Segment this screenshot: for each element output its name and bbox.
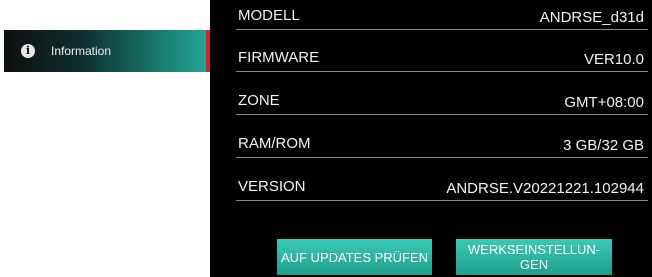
factory-reset-button[interactable]: WERKSEINSTELLUN- GEN [456, 239, 612, 275]
info-row-model: MODELL ANDRSE_d31d [236, 0, 648, 30]
sidebar-item-label: Information [51, 44, 112, 58]
row-divider [236, 114, 648, 115]
info-value: GMT+08:00 [564, 94, 644, 111]
info-key: ZONE [238, 92, 280, 109]
info-key: MODELL [238, 7, 300, 24]
check-updates-button[interactable]: AUF UPDATES PRÜFEN [277, 239, 432, 275]
info-value: 3 GB/32 GB [563, 137, 644, 154]
info-panel: MODELL ANDRSE_d31d FIRMWARE VER10.0 ZONE… [210, 0, 652, 277]
info-icon: i [21, 44, 35, 58]
settings-screen: i Information MODELL ANDRSE_d31d FIRMWAR… [0, 0, 652, 277]
info-row-firmware: FIRMWARE VER10.0 [236, 42, 648, 72]
row-divider [236, 71, 648, 72]
info-value: VER10.0 [583, 51, 644, 68]
info-value: ANDRSE_d31d [539, 9, 644, 26]
row-divider [236, 29, 648, 30]
sidebar: i Information [0, 0, 210, 277]
info-value: ANDRSE.V20221221.102944 [446, 180, 644, 197]
row-divider [236, 200, 648, 201]
info-key: VERSION [238, 178, 306, 195]
row-divider [236, 157, 648, 158]
info-key: FIRMWARE [238, 49, 320, 66]
info-key: RAM/ROM [238, 135, 311, 152]
sidebar-item-information[interactable]: i Information [4, 30, 210, 72]
info-row-version: VERSION ANDRSE.V20221221.102944 [236, 171, 648, 201]
info-row-zone: ZONE GMT+08:00 [236, 85, 648, 115]
info-row-ram-rom: RAM/ROM 3 GB/32 GB [236, 128, 648, 158]
